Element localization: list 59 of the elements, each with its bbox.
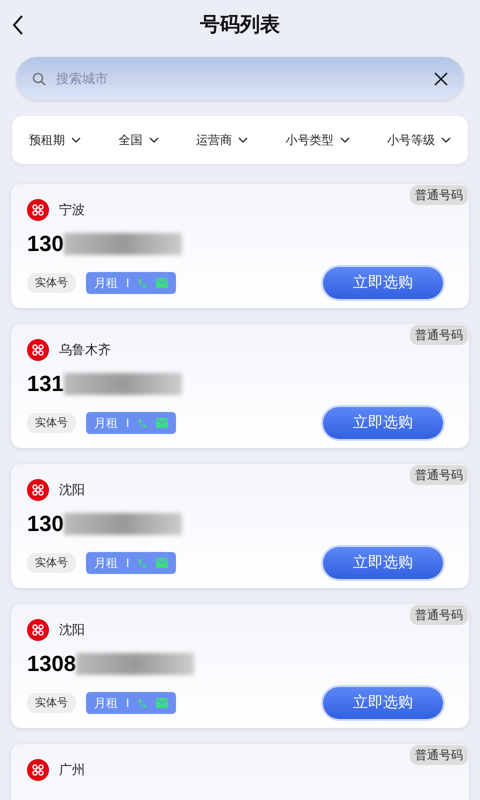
plan-label: 月租 bbox=[94, 555, 118, 572]
separator-label: I bbox=[126, 555, 130, 572]
buy-now-button[interactable]: 立即选购 bbox=[323, 267, 443, 299]
plan-label: 月租 bbox=[94, 415, 118, 432]
city-label: 乌鲁木齐 bbox=[59, 341, 111, 360]
buy-now-button[interactable]: 立即选购 bbox=[323, 547, 443, 579]
mail-icon bbox=[156, 418, 168, 428]
carrier-logo-icon bbox=[27, 479, 49, 501]
mail-icon bbox=[156, 698, 168, 708]
separator-label: I bbox=[126, 275, 130, 292]
number-type-badge: 普通号码 bbox=[410, 325, 468, 345]
city-label: 广州 bbox=[59, 761, 85, 780]
phone-number: 130 bbox=[27, 510, 64, 538]
carrier-logo-icon bbox=[27, 759, 49, 781]
phone-icon bbox=[137, 698, 148, 708]
city-label: 宁波 bbox=[59, 201, 85, 220]
phone-number: 130 bbox=[27, 230, 64, 258]
sim-type-tag: 实体号 bbox=[27, 692, 76, 714]
city-label: 沈阳 bbox=[59, 481, 85, 500]
chevron-down-icon bbox=[71, 137, 81, 143]
buy-now-button[interactable]: 立即选购 bbox=[323, 407, 443, 439]
number-type-badge: 普通号码 bbox=[410, 465, 468, 485]
phone-number: 131 bbox=[27, 370, 64, 398]
back-icon[interactable] bbox=[12, 15, 24, 35]
filter-dropdown[interactable]: 运营商 bbox=[196, 131, 248, 149]
carrier-logo-icon bbox=[27, 619, 49, 641]
filter-dropdown[interactable]: 小号类型 bbox=[286, 131, 350, 149]
sim-type-tag: 实体号 bbox=[27, 272, 76, 294]
number-type-badge: 普通号码 bbox=[410, 605, 468, 625]
buy-now-button[interactable]: 立即选购 bbox=[323, 687, 443, 719]
carrier-logo-icon bbox=[27, 199, 49, 221]
city-label: 沈阳 bbox=[59, 621, 85, 640]
phone-icon bbox=[137, 418, 148, 428]
separator-label: I bbox=[126, 415, 130, 432]
phone-icon bbox=[137, 558, 148, 568]
sim-type-tag: 实体号 bbox=[27, 412, 76, 434]
filter-dropdown[interactable]: 预租期 bbox=[29, 131, 81, 149]
filter-dropdown[interactable]: 小号等级 bbox=[387, 131, 451, 149]
phone-number: 1308 bbox=[27, 650, 76, 678]
separator-label: I bbox=[126, 695, 130, 712]
page-title: 号码列表 bbox=[200, 13, 280, 38]
phone-icon bbox=[137, 278, 148, 288]
number-type-badge: 普通号码 bbox=[410, 745, 468, 765]
plan-label: 月租 bbox=[94, 695, 118, 712]
search-icon bbox=[32, 72, 46, 86]
chevron-down-icon bbox=[238, 137, 248, 143]
mail-icon bbox=[156, 278, 168, 288]
chevron-down-icon bbox=[340, 137, 350, 143]
plan-label: 月租 bbox=[94, 275, 118, 292]
filter-dropdown[interactable]: 全国 bbox=[118, 131, 158, 149]
search-field[interactable]: 搜索城市 bbox=[16, 57, 464, 100]
chevron-down-icon bbox=[148, 137, 158, 143]
search-input[interactable]: 搜索城市 bbox=[56, 68, 434, 88]
chevron-down-icon bbox=[441, 137, 451, 143]
number-type-badge: 普通号码 bbox=[410, 185, 468, 205]
carrier-logo-icon bbox=[27, 339, 49, 361]
sim-type-tag: 实体号 bbox=[27, 552, 76, 574]
mail-icon bbox=[156, 558, 168, 568]
close-icon[interactable] bbox=[434, 72, 448, 86]
